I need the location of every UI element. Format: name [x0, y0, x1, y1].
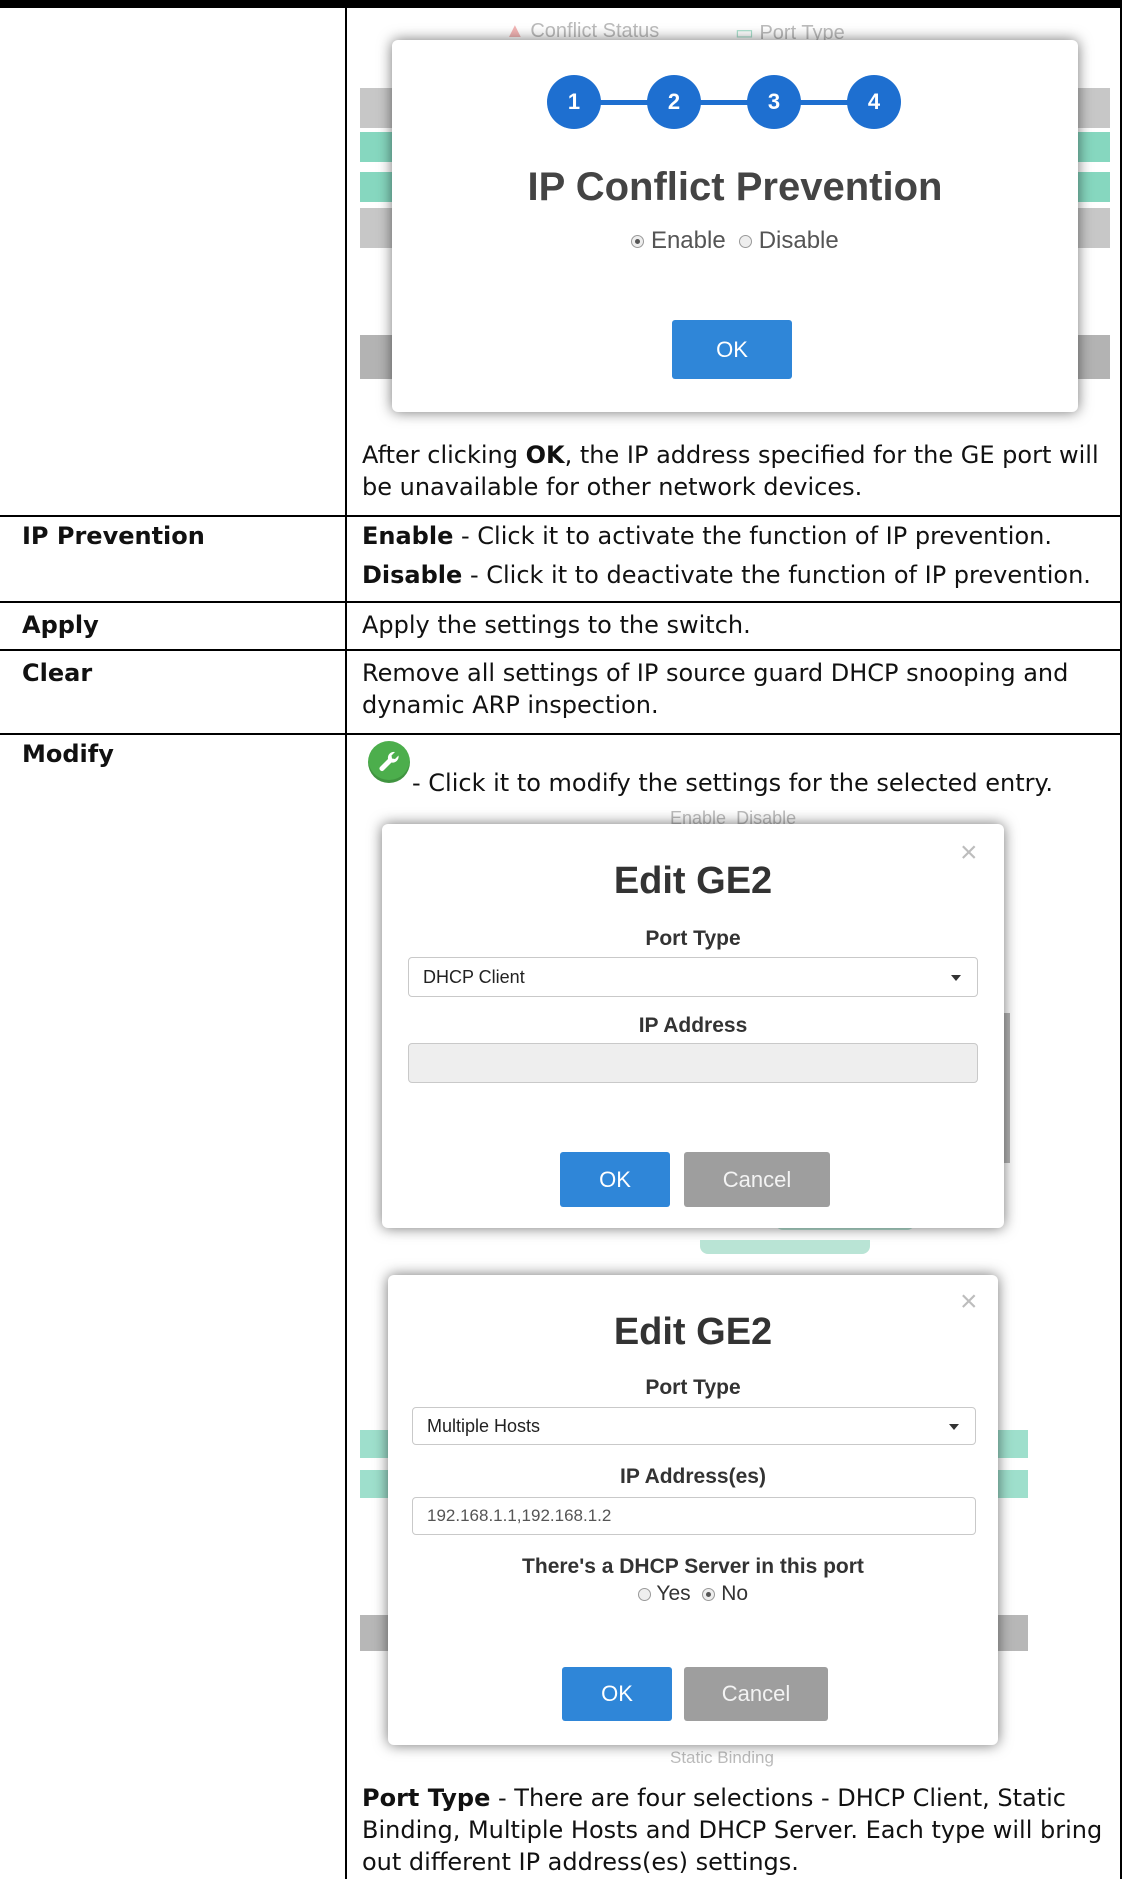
warning-icon: ▲ [505, 20, 525, 42]
disable-label: Disable [758, 227, 839, 254]
wizard-title: IP Conflict Prevention [527, 165, 943, 209]
bg-green-tab [700, 1240, 870, 1254]
ok-button[interactable]: OK [560, 1152, 670, 1207]
ip-prevention-disable-desc: Disable - Click it to deactivate the fun… [362, 561, 1091, 589]
clear-desc: Remove all settings of IP source guard D… [362, 659, 1069, 719]
apply-desc: Apply the settings to the switch. [362, 611, 751, 639]
ip-addresses-input[interactable]: 192.168.1.1,192.168.1.2 [412, 1497, 976, 1535]
enable-label: Enable [650, 227, 726, 254]
ok-button[interactable]: OK [562, 1667, 672, 1721]
enable-radio[interactable] [631, 235, 645, 249]
step-connector [574, 100, 874, 105]
dhcp-server-radios: Yes No [388, 1582, 998, 1606]
ok-button[interactable]: OK [672, 320, 792, 379]
port-type-label: Port Type [645, 1376, 741, 1399]
no-label: No [721, 1582, 749, 1605]
edit-ge2-dialog-1: × Edit GE2 Port Type DHCP Client IP Addr… [382, 824, 1004, 1228]
after-ok-note: After clicking OK, the IP address specif… [362, 441, 1099, 501]
step-3[interactable]: 3 [747, 75, 801, 129]
edit-ge2-dialog-2: × Edit GE2 Port Type Multiple Hosts IP A… [388, 1275, 998, 1745]
ip-address-label: IP Address [638, 1014, 748, 1037]
wrench-icon[interactable] [368, 741, 410, 783]
port-type-label: Port Type [645, 927, 741, 950]
chevron-down-icon [951, 975, 961, 981]
port-type-value: Multiple Hosts [427, 1415, 541, 1436]
row-divider [0, 649, 1122, 651]
modify-desc: - Click it to modify the settings for th… [412, 769, 1053, 797]
bg-static-binding: Static Binding [670, 1748, 774, 1767]
cancel-button[interactable]: Cancel [684, 1667, 828, 1721]
port-type-value: DHCP Client [423, 966, 525, 987]
port-type-select[interactable]: DHCP Client [408, 957, 978, 997]
clear-term: Clear [22, 659, 93, 687]
step-2[interactable]: 2 [647, 75, 701, 129]
enable-disable-radios: Enable Disable [392, 227, 1078, 255]
ip-addresses-label: IP Address(es) [620, 1465, 766, 1488]
edit-dialog-title: Edit GE2 [613, 860, 773, 902]
wizard-screenshot: ▲ Conflict Status ▭ Port Type 1 2 3 4 IP… [360, 12, 1110, 412]
row-divider [0, 515, 1122, 517]
edit-dialog-2-screenshot: Static Binding × Edit GE2 Port Type Mult… [360, 1240, 1028, 1767]
port-type-select[interactable]: Multiple Hosts [412, 1407, 976, 1445]
disable-radio[interactable] [739, 235, 753, 249]
chevron-down-icon [949, 1424, 959, 1430]
top-border [0, 0, 1122, 8]
column-divider-left [345, 0, 347, 1879]
ip-prevention-enable-desc: Enable - Click it to activate the functi… [362, 522, 1052, 550]
yes-radio[interactable] [637, 1587, 651, 1601]
row-divider [0, 601, 1122, 603]
dhcp-server-question: There's a DHCP Server in this port [522, 1555, 864, 1578]
apply-term: Apply [22, 611, 99, 639]
yes-label: Yes [656, 1582, 691, 1605]
edit-dialog-1-screenshot: Enable Disable × Edit GE2 Port Type DHCP… [370, 808, 1020, 1238]
port-type-desc: Port Type - There are four selections - … [362, 1784, 1103, 1876]
row-divider [0, 733, 1122, 735]
cancel-button[interactable]: Cancel [684, 1152, 830, 1207]
ip-conflict-wizard-dialog: 1 2 3 4 IP Conflict Prevention Enable Di… [392, 40, 1078, 412]
step-4[interactable]: 4 [847, 75, 901, 129]
ip-prevention-term: IP Prevention [22, 522, 205, 550]
ip-address-input[interactable] [408, 1043, 978, 1083]
no-radio[interactable] [702, 1587, 716, 1601]
step-1[interactable]: 1 [547, 75, 601, 129]
modify-term: Modify [22, 740, 114, 768]
edit-dialog-title: Edit GE2 [613, 1311, 773, 1353]
